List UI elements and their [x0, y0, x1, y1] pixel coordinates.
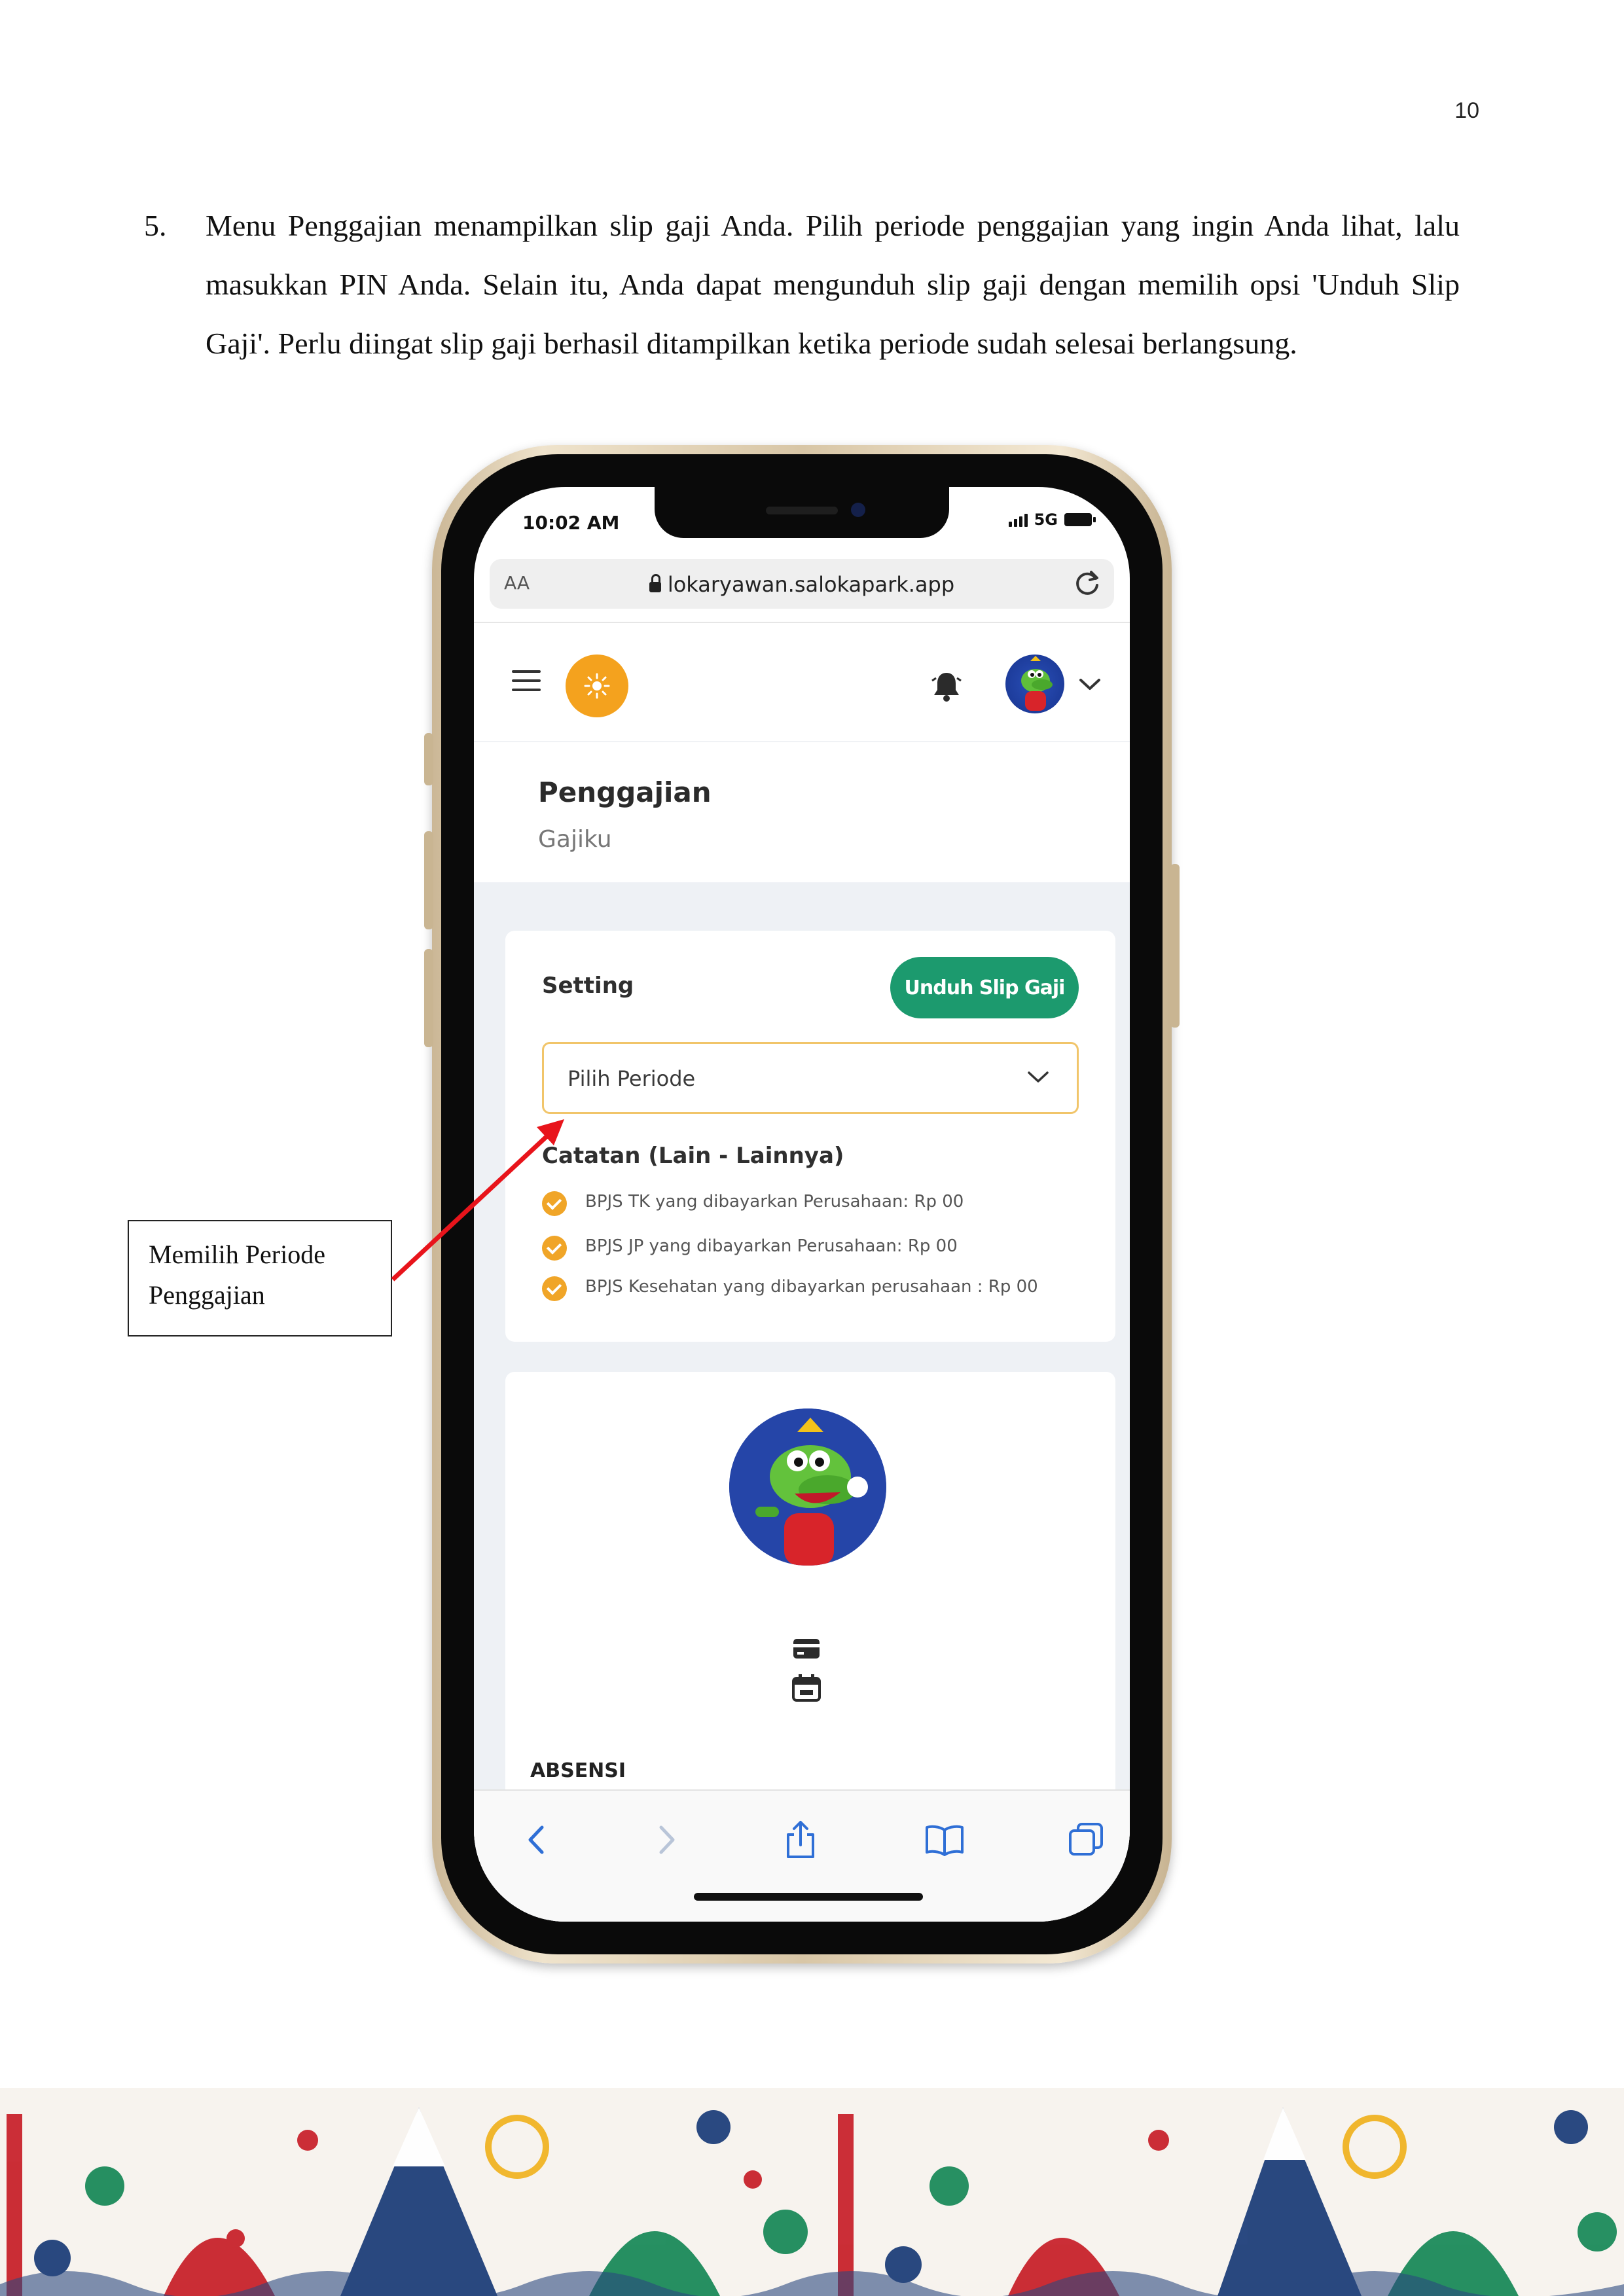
- footer-illustration: [0, 2088, 1624, 2296]
- annotation-arrow: [391, 1119, 564, 1282]
